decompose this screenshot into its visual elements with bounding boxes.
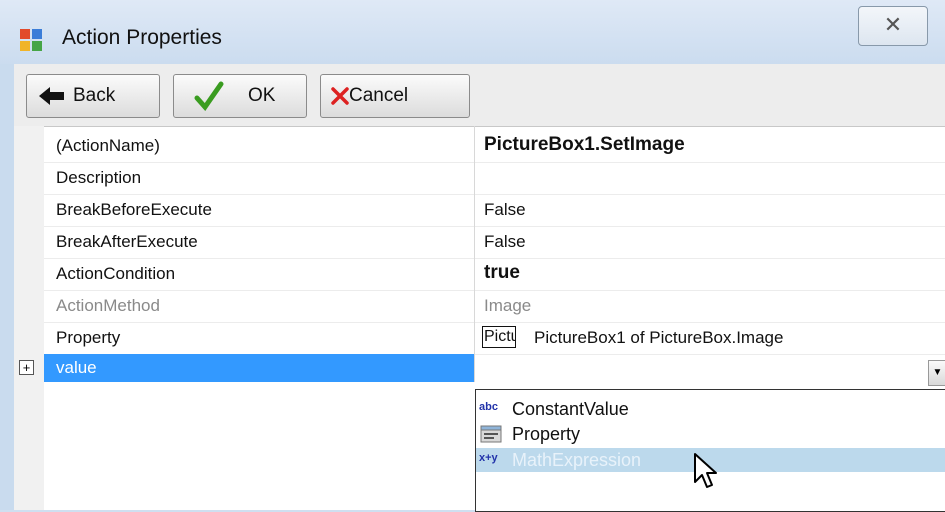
option-label: MathExpression	[512, 450, 642, 470]
back-button[interactable]: Back	[26, 74, 160, 118]
grid-margin	[14, 126, 44, 510]
property-value: Image	[484, 296, 532, 315]
toolbar: Back OK Cancel	[14, 64, 945, 127]
cancel-x-icon	[331, 87, 349, 105]
property-row-action-condition[interactable]: ActionCondition true	[44, 258, 945, 291]
property-row-break-before[interactable]: BreakBeforeExecute False	[44, 194, 945, 227]
abc-icon: abc	[479, 401, 498, 413]
chevron-down-icon: ▼	[932, 367, 943, 378]
dropdown-option-property[interactable]: Property	[476, 422, 945, 446]
column-divider	[474, 126, 475, 382]
property-value[interactable]: PictureBox1.SetImage	[484, 134, 685, 156]
expand-icon[interactable]: +	[19, 360, 34, 375]
property-value[interactable]: true	[484, 262, 520, 284]
property-row-value-selected[interactable]: value	[44, 354, 474, 382]
property-name: Property	[56, 328, 121, 347]
cancel-button[interactable]: Cancel	[320, 74, 470, 118]
property-name: (ActionName)	[56, 136, 160, 155]
property-value[interactable]: PictureBox1 of PictureBox.Image	[534, 328, 783, 348]
back-arrow-icon	[39, 87, 64, 105]
app-icon	[20, 29, 42, 51]
property-name: Description	[56, 168, 142, 187]
window-frame	[0, 64, 14, 510]
property-name: BreakBeforeExecute	[56, 200, 212, 219]
back-label: Back	[73, 85, 116, 106]
checkmark-icon	[194, 81, 224, 111]
property-row-action-name[interactable]: (ActionName) PictureBox1.SetImage	[44, 130, 945, 163]
value-type-dropdown-list: abc ConstantValue Property x+y MathExpre…	[475, 389, 945, 512]
option-label: Property	[512, 424, 581, 444]
title-bar: Action Properties ✕	[0, 0, 945, 64]
dropdown-arrow-button[interactable]: ▼	[928, 360, 945, 386]
cancel-label: Cancel	[349, 85, 409, 106]
property-name: BreakAfterExecute	[56, 232, 198, 251]
property-value[interactable]: False	[484, 200, 526, 220]
property-name: value	[56, 358, 97, 377]
property-row-break-after[interactable]: BreakAfterExecute False	[44, 226, 945, 259]
option-label: ConstantValue	[512, 399, 629, 419]
property-row-description[interactable]: Description	[44, 162, 945, 195]
property-name: ActionMethod	[56, 296, 160, 315]
ok-label: OK	[248, 85, 276, 106]
dropdown-option-constant-value[interactable]: abc ConstantValue	[476, 397, 945, 421]
property-name: ActionCondition	[56, 264, 176, 283]
close-button[interactable]: ✕	[858, 6, 928, 46]
property-icon	[480, 425, 502, 443]
property-value-box[interactable]: Pictu	[482, 326, 516, 348]
window-title: Action Properties	[62, 26, 222, 49]
x-plus-y-icon: x+y	[479, 452, 498, 464]
property-row-action-method: ActionMethod Image	[44, 290, 945, 323]
ok-button[interactable]: OK	[173, 74, 307, 118]
close-icon: ✕	[883, 12, 903, 37]
property-row-property[interactable]: Property Pictu PictureBox1 of PictureBox…	[44, 322, 945, 355]
mouse-pointer-icon	[694, 453, 717, 488]
property-value[interactable]: False	[484, 232, 526, 252]
